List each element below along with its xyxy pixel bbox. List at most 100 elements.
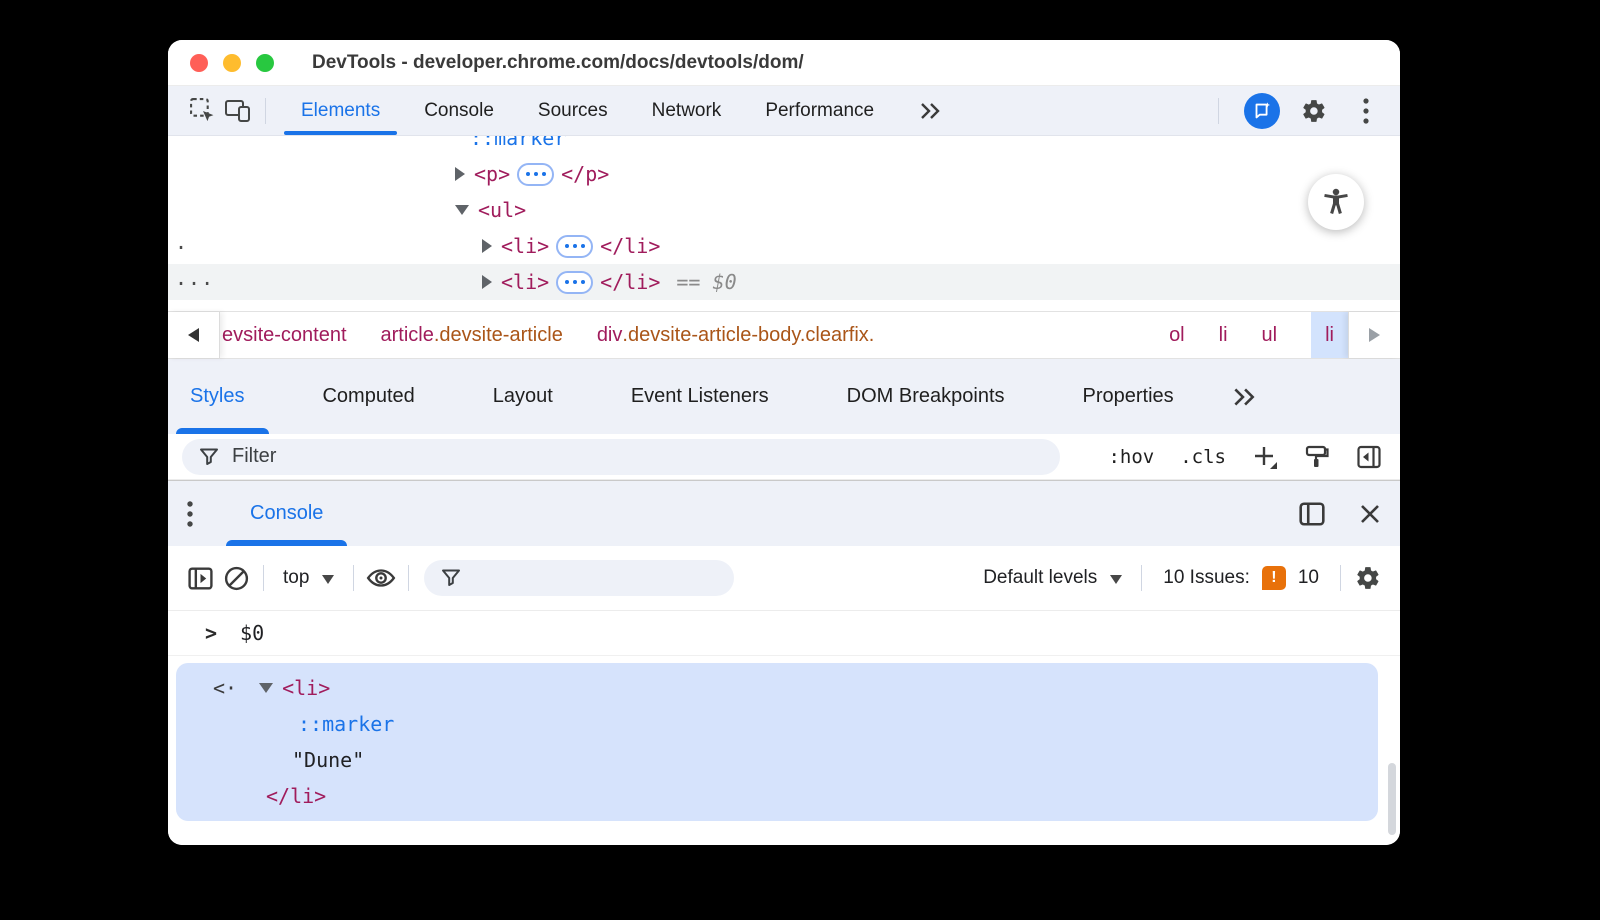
disclosure-triangle-icon[interactable] [455,167,465,181]
toolbar-right-cluster [1209,93,1384,129]
crumb-ol[interactable]: ol [1169,312,1185,358]
split-console-button[interactable] [1298,501,1326,527]
inspect-icon [189,97,216,124]
minimize-window-button[interactable] [223,54,241,72]
console-filter-input[interactable] [474,567,718,590]
collapsed-content-pill[interactable] [556,271,593,294]
collapse-panel-icon [1356,444,1382,470]
ai-assistance-icon [1251,100,1273,122]
disclosure-triangle-icon[interactable] [455,205,469,215]
circle-slash-icon [223,565,250,592]
tag-open: <p> [474,162,510,186]
tab-elements[interactable]: Elements [279,86,402,135]
accessibility-fab-button[interactable] [1308,174,1364,230]
tag-open: <li> [501,270,549,294]
result-text-node: "Dune" [292,748,364,772]
sidebar-panel-icon [187,566,214,591]
dom-row-p[interactable]: <p> </p> [168,156,1400,192]
live-expression-button[interactable] [363,560,399,596]
traffic-lights [190,54,274,72]
crumb-li-selected[interactable]: li [1311,312,1348,358]
close-window-button[interactable] [190,54,208,72]
split-panel-icon [1298,501,1326,527]
tab-computed[interactable]: Computed [283,359,453,434]
console-toolbar-right: Default levels 10 Issues: ! 10 [973,560,1386,596]
styles-filter-field[interactable] [182,439,1060,475]
tag-close: </p> [561,162,609,186]
drawer-header-right [1298,481,1382,546]
tag-close: </li> [600,270,660,294]
double-chevron-icon [918,100,942,122]
crumb-article[interactable]: article.devsite-article [381,312,563,358]
tab-layout[interactable]: Layout [454,359,592,434]
double-chevron-icon [1231,385,1257,409]
breadcrumb-scroll-left-button[interactable] [168,312,220,358]
menu-button[interactable] [1348,93,1384,129]
console-result-highlighted[interactable]: <· <li> ::marker "Dune" </li> [176,663,1378,821]
console-settings-button[interactable] [1350,560,1386,596]
collapsed-content-pill[interactable] [556,235,593,258]
gutter-mark: ... [175,266,214,290]
collapsed-content-pill[interactable] [517,163,554,186]
chevron-down-icon [1110,575,1122,584]
styles-toolbar-right: :hov .cls [1108,444,1386,470]
crumb-ul[interactable]: ul [1262,312,1278,358]
more-tabs-button[interactable] [896,86,964,135]
tab-event-listeners[interactable]: Event Listeners [592,359,808,434]
tab-properties[interactable]: Properties [1044,359,1213,434]
console-input-echo: > $0 [168,611,1400,656]
issues-counter[interactable]: 10 Issues: ! 10 [1151,566,1331,590]
breadcrumb: evsite-content article.devsite-article d… [168,311,1400,359]
inspect-element-button[interactable] [184,93,220,129]
styles-pane-tabs: Styles Computed Layout Event Listeners D… [168,359,1400,434]
tab-styles[interactable]: Styles [168,359,283,434]
styles-filter-input[interactable] [232,445,1044,468]
console-drawer-header: Console [168,480,1400,546]
crumb-li[interactable]: li [1219,312,1228,358]
disclosure-triangle-icon[interactable] [482,239,492,253]
clear-console-button[interactable] [218,560,254,596]
tab-console[interactable]: Console [402,86,516,135]
settings-button[interactable] [1296,93,1332,129]
element-classes-button[interactable]: .cls [1180,446,1226,468]
rendering-emulation-button[interactable] [1304,444,1330,470]
console-filter-field[interactable] [424,560,734,596]
dom-row-ul[interactable]: <ul> [168,192,1400,228]
tab-performance[interactable]: Performance [743,86,896,135]
toolbar-divider [265,98,266,124]
dollar-zero-annotation: == $0 [676,270,736,294]
tab-sources[interactable]: Sources [516,86,630,135]
dom-row-li-1[interactable]: . <li> </li> [168,228,1400,264]
kebab-menu-icon [1362,97,1370,125]
toggle-element-state-button[interactable]: :hov [1108,446,1154,468]
issues-badge-icon: ! [1262,566,1286,590]
dom-row-li-2-selected[interactable]: ... <li> </li> == $0 [168,264,1400,300]
disclosure-triangle-icon[interactable] [259,683,273,693]
tag-open: <ul> [478,198,526,222]
close-drawer-button[interactable] [1358,502,1382,526]
device-toolbar-button[interactable] [220,93,256,129]
breadcrumb-scroll-right-button[interactable] [1348,312,1400,358]
console-messages: > $0 <· <li> ::marker "Dune" </li> [168,611,1400,845]
execution-context-selector[interactable]: top [273,567,344,589]
crumb-devsite-content[interactable]: evsite-content [222,312,347,358]
more-panes-button[interactable] [1213,359,1275,434]
left-arrow-icon [188,328,199,342]
scrollbar-thumb[interactable] [1388,763,1396,835]
kebab-menu-icon [186,499,194,529]
zoom-window-button[interactable] [256,54,274,72]
toolbar-divider [1218,98,1219,124]
drawer-menu-button[interactable] [186,481,194,546]
log-levels-selector[interactable]: Default levels [973,567,1132,589]
console-sidebar-toggle-button[interactable] [182,560,218,596]
crumb-div[interactable]: div.devsite-article-body.clearfix. [597,312,875,358]
disclosure-triangle-icon[interactable] [482,275,492,289]
tab-network[interactable]: Network [630,86,744,135]
tab-dom-breakpoints[interactable]: DOM Breakpoints [808,359,1044,434]
drawer-tab-console[interactable]: Console [250,481,323,546]
gear-icon [1355,565,1381,591]
ai-assistance-button[interactable] [1244,93,1280,129]
new-style-rule-button[interactable] [1252,444,1278,470]
dom-row-marker[interactable]: ::marker [168,136,1400,156]
collapse-pane-button[interactable] [1356,444,1382,470]
